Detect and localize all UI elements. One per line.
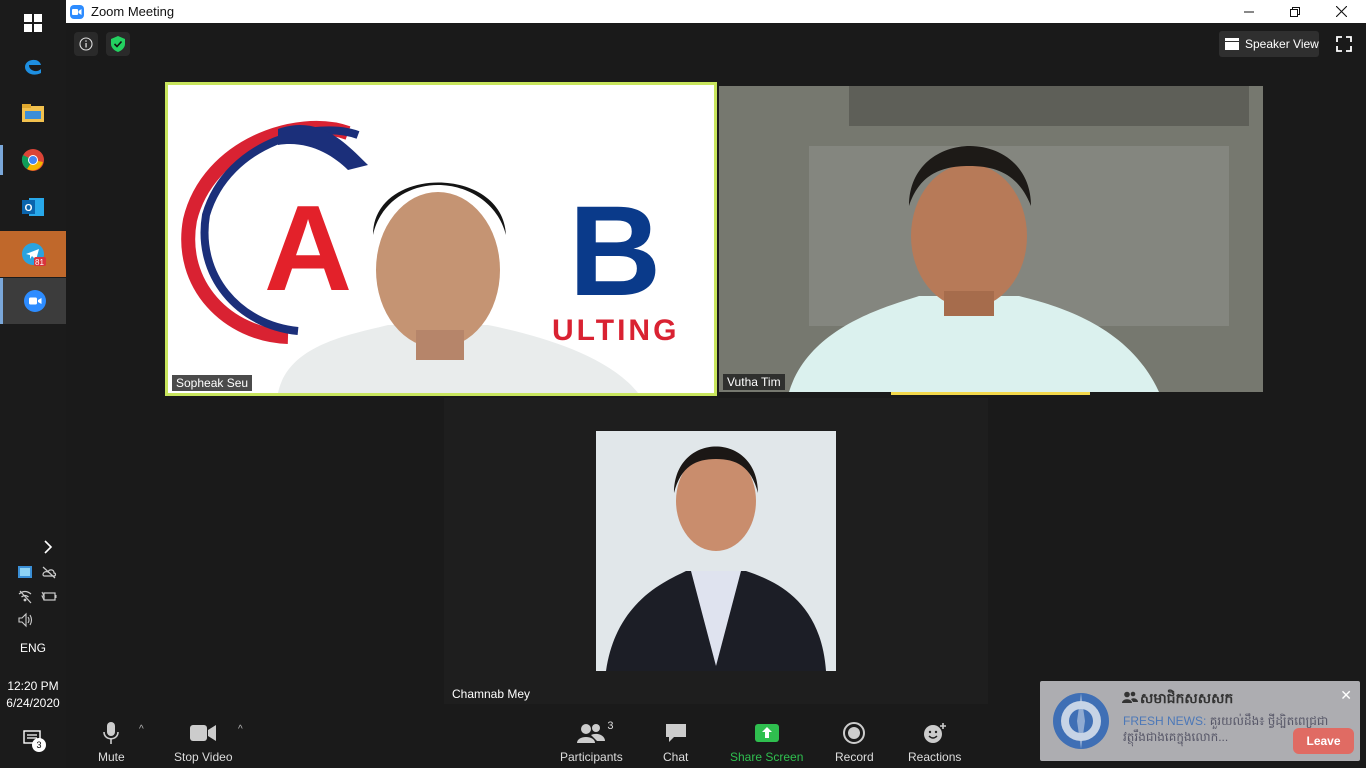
logo-letter-b: B [569, 180, 661, 323]
window-title: Zoom Meeting [91, 4, 175, 19]
group-icon [1122, 691, 1138, 703]
taskbar-file-explorer[interactable] [0, 90, 66, 136]
video-tile-active-speaker[interactable]: A B ULTING Sopheak Seu [165, 82, 717, 396]
share-screen-label: Share Screen [730, 750, 804, 764]
meeting-info-button[interactable] [74, 32, 98, 56]
video-tile-participant[interactable]: Vutha Tim [719, 86, 1263, 392]
fullscreen-icon [1336, 36, 1352, 52]
zoom-window: Zoom Meeting Speaker View A B ULTING Sop… [66, 0, 1366, 768]
notification-prefix: FRESH NEWS: [1123, 714, 1207, 728]
video-tile-participant[interactable]: Chamnab Mey [444, 398, 988, 704]
notification-title: សមាជិកសសសក [1140, 690, 1234, 706]
speaking-indicator-bar [891, 392, 1090, 395]
show-hidden-icons-chevron-icon[interactable] [41, 539, 55, 560]
zoom-icon [23, 290, 46, 312]
close-button[interactable] [1318, 0, 1364, 23]
windows-logo-icon [24, 14, 42, 32]
audio-options-caret-icon[interactable]: ^ [139, 724, 144, 735]
svg-text:O: O [25, 203, 33, 214]
input-language[interactable]: ENG [0, 641, 66, 655]
participant-name-label: Vutha Tim [723, 374, 785, 390]
record-label: Record [835, 750, 874, 764]
mute-button[interactable]: Mute [98, 720, 125, 764]
channel-logo [1053, 693, 1109, 749]
chat-bubble-icon [665, 724, 686, 742]
zoom-app-icon [70, 4, 84, 19]
video-options-caret-icon[interactable]: ^ [238, 724, 243, 735]
wifi-off-icon[interactable] [17, 588, 33, 604]
minimize-button[interactable] [1226, 0, 1272, 23]
title-bar: Zoom Meeting [66, 0, 1366, 23]
taskbar-telegram[interactable]: 81 [0, 231, 66, 277]
smiley-plus-icon [923, 723, 946, 743]
notification-close-icon[interactable]: ✕ [1340, 687, 1352, 704]
microphone-icon [103, 722, 120, 744]
network-adapter-icon[interactable] [17, 564, 33, 580]
edge-icon [25, 59, 41, 75]
chrome-icon [21, 149, 44, 171]
participants-label: Participants [560, 750, 623, 764]
reactions-label: Reactions [908, 750, 962, 764]
volume-icon[interactable] [17, 612, 33, 628]
record-icon [843, 722, 866, 744]
taskbar-edge[interactable] [0, 42, 66, 88]
restore-button[interactable] [1272, 0, 1318, 23]
action-center-button[interactable]: 3 [22, 728, 48, 754]
participants-icon [577, 724, 606, 743]
clock-time[interactable]: 12:20 PM [0, 679, 66, 693]
participant-name-label: Chamnab Mey [448, 686, 535, 702]
chat-button[interactable]: Chat [663, 720, 688, 764]
encryption-button[interactable] [106, 32, 130, 56]
close-icon [1335, 6, 1347, 17]
participants-button[interactable]: 3 Participants [560, 720, 623, 764]
share-screen-icon [754, 724, 779, 742]
reactions-button[interactable]: Reactions [908, 720, 961, 764]
minimize-icon [1244, 11, 1254, 12]
onedrive-off-icon[interactable] [41, 564, 57, 580]
telegram-badge: 81 [35, 258, 44, 267]
notification-count-badge: 3 [32, 738, 46, 752]
fullscreen-button[interactable] [1334, 34, 1354, 54]
logo-letter-a: A [264, 180, 352, 316]
chat-label: Chat [663, 750, 689, 764]
leave-meeting-button[interactable]: Leave [1293, 728, 1354, 754]
speaker-view-icon [1225, 38, 1239, 50]
participant-video [719, 86, 1263, 392]
outlook-icon: O [22, 198, 44, 216]
record-button[interactable]: Record [835, 720, 874, 764]
participant-profile-photo [596, 431, 836, 671]
speaker-view-label: Speaker View [1245, 37, 1319, 51]
clock-date[interactable]: 6/24/2020 [0, 696, 66, 710]
company-logo: A B ULTING [168, 85, 714, 393]
taskbar-zoom[interactable] [0, 278, 66, 324]
windows-taskbar: O 81 ENG 12:20 PM 6/24/2020 3 [0, 0, 66, 768]
stop-video-button[interactable]: Stop Video [174, 720, 233, 764]
stop-video-label: Stop Video [174, 750, 233, 764]
logo-tagline: ULTING [552, 314, 679, 347]
taskbar-chrome[interactable] [0, 137, 66, 183]
restore-icon [1290, 6, 1300, 17]
share-screen-button[interactable]: Share Screen [730, 720, 803, 764]
start-button[interactable] [0, 0, 66, 46]
participant-name-label: Sopheak Seu [172, 375, 253, 391]
speaker-view-button[interactable]: Speaker View [1219, 31, 1319, 57]
info-icon [79, 37, 93, 51]
participants-count: 3 [607, 720, 614, 732]
taskbar-outlook[interactable]: O [0, 184, 66, 230]
folder-icon [22, 104, 44, 122]
mute-label: Mute [98, 750, 125, 764]
battery-charging-icon[interactable] [41, 588, 57, 604]
shield-check-icon [111, 36, 125, 52]
video-camera-icon [190, 725, 217, 741]
